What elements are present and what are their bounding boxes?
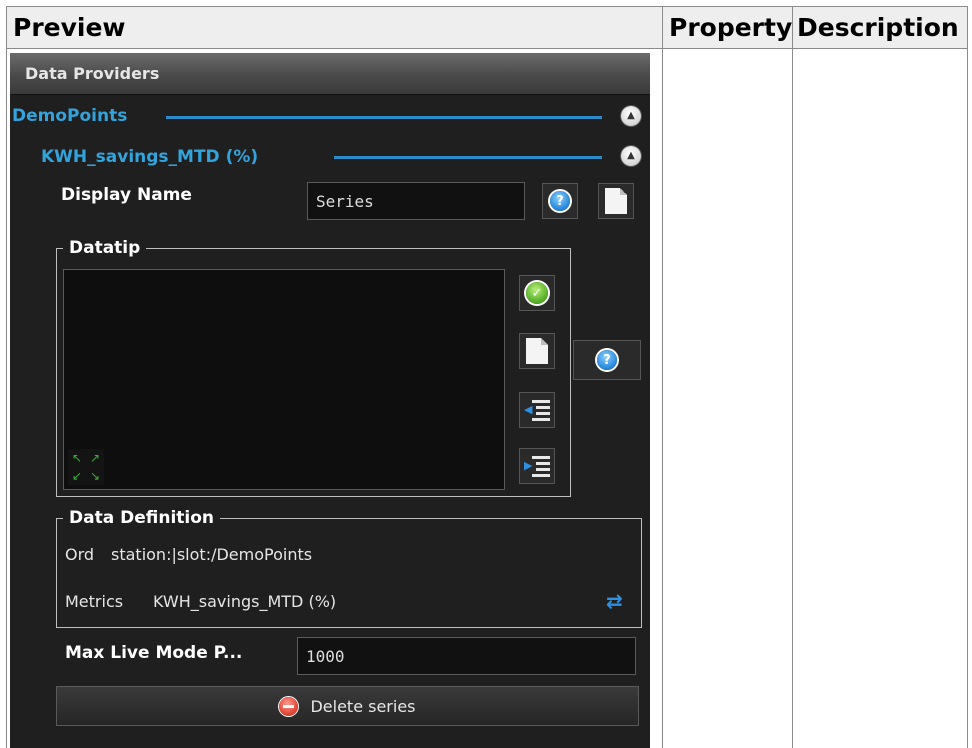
- delete-series-label: Delete series: [310, 696, 416, 716]
- delete-series-button[interactable]: Delete series: [56, 686, 639, 726]
- provider-divider: [166, 116, 602, 119]
- max-live-input[interactable]: [297, 637, 636, 675]
- header-description: Description: [792, 6, 968, 49]
- help-button[interactable]: ?: [542, 183, 578, 219]
- collapse-up-icon[interactable]: ▲: [621, 146, 641, 166]
- ord-label: Ord: [65, 545, 95, 564]
- new-document-icon: [526, 338, 548, 364]
- expand-icon[interactable]: ↖ ↗ ↙ ↘: [68, 449, 104, 485]
- display-name-input[interactable]: [307, 182, 525, 220]
- datatip-help-button[interactable]: ?: [573, 340, 641, 380]
- help-icon: ?: [597, 350, 617, 370]
- max-live-label: Max Live Mode P...: [65, 643, 243, 663]
- datatip-legend: Datatip: [63, 237, 147, 259]
- datatip-textarea[interactable]: ↖ ↗ ↙ ↘: [63, 269, 505, 490]
- help-icon: ?: [550, 191, 570, 211]
- series-divider: [334, 156, 602, 159]
- swap-icon[interactable]: ⇄: [606, 591, 623, 611]
- new-document-icon: [605, 188, 627, 214]
- indent-icon: ◀: [524, 398, 550, 422]
- indent-button[interactable]: ◀: [519, 392, 555, 428]
- new-document-button[interactable]: [598, 183, 634, 219]
- series-name[interactable]: KWH_savings_MTD (%): [41, 146, 258, 168]
- outdent-icon: ▶: [524, 454, 550, 478]
- ord-value: station:|slot:/DemoPoints: [111, 545, 313, 564]
- data-definition-legend: Data Definition: [63, 507, 221, 529]
- apply-button[interactable]: ✓: [519, 275, 555, 311]
- check-icon: ✓: [526, 282, 548, 304]
- metrics-label: Metrics: [65, 592, 124, 611]
- header-preview: Preview: [6, 6, 663, 49]
- data-providers-panel: Data Providers DemoPoints ▲ KWH_savings_…: [10, 53, 650, 748]
- new-datatip-button[interactable]: [519, 333, 555, 369]
- provider-name[interactable]: DemoPoints: [12, 105, 127, 127]
- property-cell: [662, 48, 793, 748]
- remove-icon: [279, 696, 299, 716]
- data-definition-group: [56, 518, 642, 628]
- metrics-value: KWH_savings_MTD (%): [153, 592, 337, 611]
- display-name-label: Display Name: [61, 185, 192, 205]
- description-cell: [792, 48, 968, 748]
- header-property: Property: [662, 6, 793, 49]
- panel-title: Data Providers: [10, 53, 650, 95]
- outdent-button[interactable]: ▶: [519, 448, 555, 484]
- collapse-up-icon[interactable]: ▲: [621, 106, 641, 126]
